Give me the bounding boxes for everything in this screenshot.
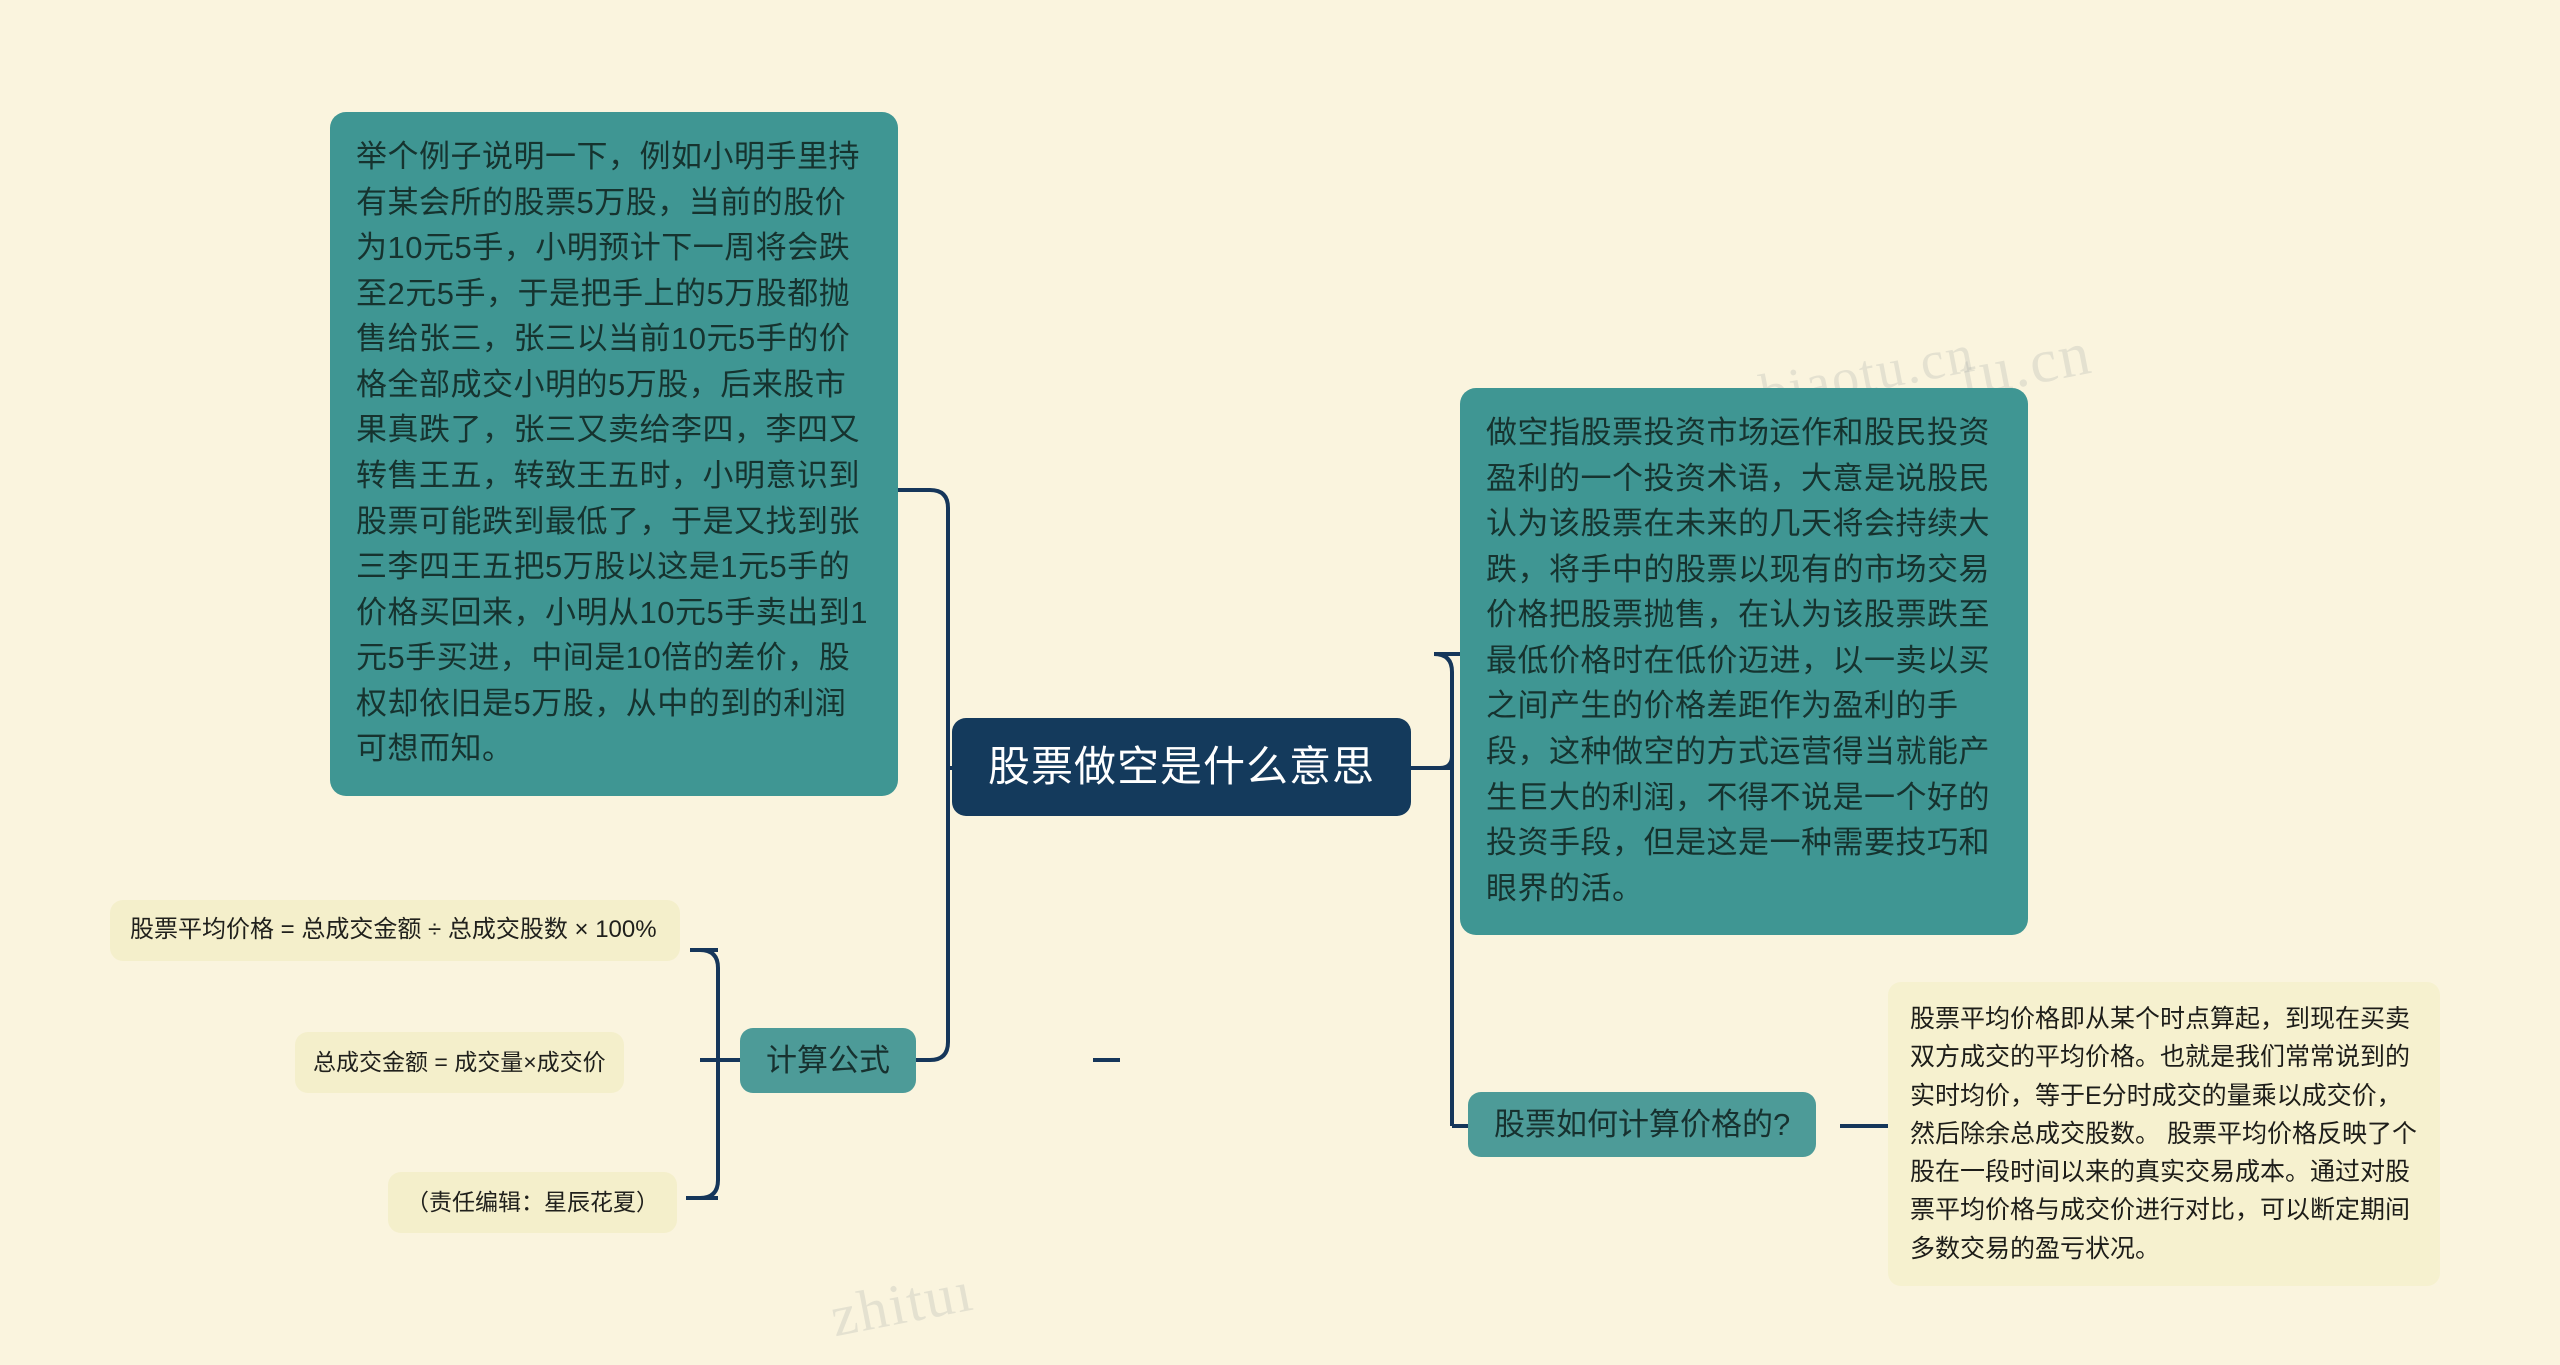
node-label: 股票如何计算价格的?	[1494, 1107, 1791, 1142]
node-how-price-calculated[interactable]: 股票如何计算价格的?	[1468, 1092, 1817, 1158]
node-text: 股票平均价格 = 总成交金额 ÷ 总成交股数 × 100%	[130, 916, 657, 943]
node-formula-total-amount[interactable]: 总成交金额 = 成交量×成交价	[295, 1032, 624, 1093]
node-formula-average-price[interactable]: 股票平均价格 = 总成交金额 ÷ 总成交股数 × 100%	[110, 900, 680, 961]
center-title-label: 股票做空是什么意思	[988, 743, 1376, 790]
node-short-selling-definition[interactable]: 做空指股票投资市场运作和股民投资盈利的一个投资术语，大意是说股民认为该股票在未来…	[1460, 388, 2028, 936]
node-short-selling-example[interactable]: 举个例子说明一下，例如小明手里持有某会所的股票5万股，当前的股价为10元5手，小…	[330, 112, 898, 796]
node-text: 举个例子说明一下，例如小明手里持有某会所的股票5万股，当前的股价为10元5手，小…	[356, 139, 868, 767]
node-text: 做空指股票投资市场运作和股民投资盈利的一个投资术语，大意是说股民认为该股票在未来…	[1486, 415, 1990, 906]
node-editor-credit[interactable]: （责任编辑：星辰花夏）	[388, 1172, 677, 1233]
node-average-price-detail[interactable]: 股票平均价格即从某个时点算起，到现在买卖双方成交的平均价格。也就是我们常常说到的…	[1888, 982, 2440, 1286]
node-text: 总成交金额 = 成交量×成交价	[313, 1049, 606, 1075]
node-label: 计算公式	[766, 1043, 890, 1078]
node-center-title[interactable]: 股票做空是什么意思	[952, 718, 1412, 817]
node-text: （责任编辑：星辰花夏）	[406, 1189, 659, 1215]
node-calculation-formula[interactable]: 计算公式	[740, 1028, 916, 1094]
node-text: 股票平均价格即从某个时点算起，到现在买卖双方成交的平均价格。也就是我们常常说到的…	[1910, 1005, 2417, 1263]
